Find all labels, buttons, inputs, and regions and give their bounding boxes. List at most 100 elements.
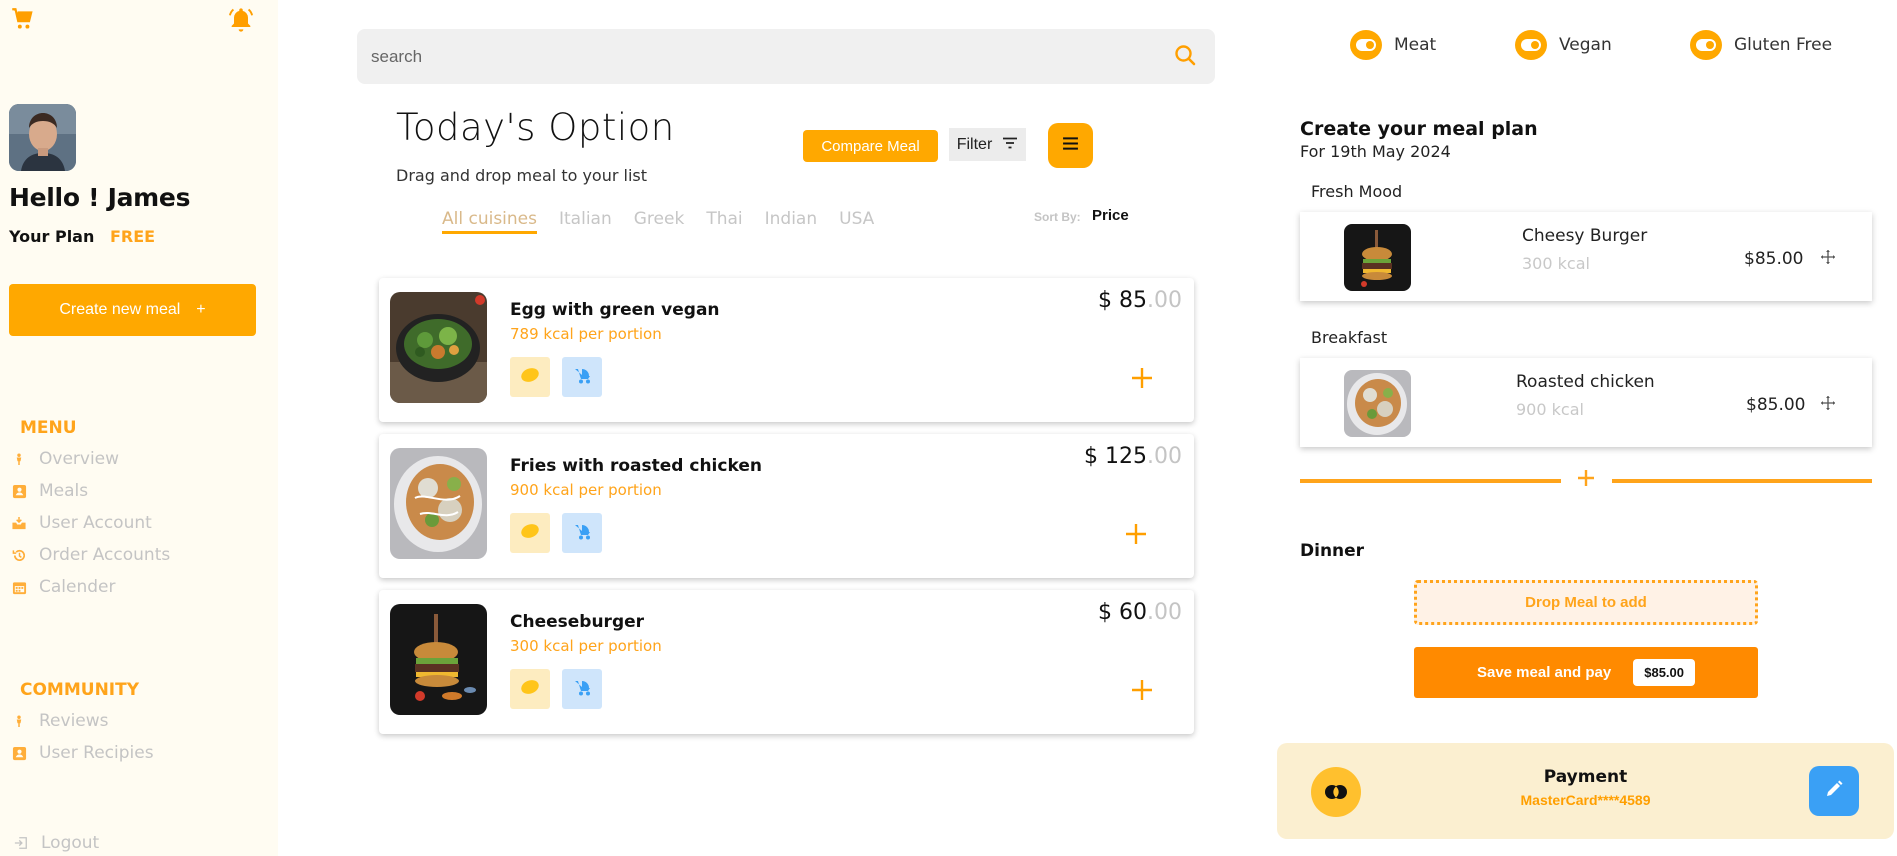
sidebar-item-label: Overview: [39, 449, 120, 469]
add-section-icon[interactable]: [1575, 467, 1597, 489]
calendar-icon: [11, 579, 27, 595]
add-meal-icon[interactable]: [1130, 678, 1156, 704]
plan-meal-price: $85.00: [1744, 249, 1804, 269]
hamburger-icon: [1062, 136, 1079, 155]
add-meal-icon[interactable]: [1130, 366, 1156, 392]
meal-card[interactable]: Egg with green vegan 789 kcal per portio…: [379, 278, 1194, 422]
toggle-switch-icon: [1350, 30, 1382, 60]
tab-thai[interactable]: Thai: [706, 209, 742, 234]
compare-meal-button[interactable]: Compare Meal: [803, 130, 938, 162]
tab-greek[interactable]: Greek: [634, 209, 685, 234]
sidebar-item-order-accounts[interactable]: Order Accounts: [11, 545, 170, 565]
plan-value: FREE: [109, 227, 156, 246]
search-icon[interactable]: [1173, 43, 1199, 69]
tab-usa[interactable]: USA: [839, 209, 874, 234]
cart-icon[interactable]: [9, 6, 39, 36]
price-main: $ 125: [1084, 444, 1147, 469]
logout-link[interactable]: Logout: [13, 833, 99, 853]
section-label-dinner: Dinner: [1300, 541, 1365, 561]
sidebar-item-reviews[interactable]: Reviews: [11, 711, 109, 731]
lemon-tag[interactable]: [510, 669, 550, 709]
meal-price: $ 125.00: [1084, 444, 1182, 469]
avatar[interactable]: [9, 104, 76, 171]
tab-all-cuisines[interactable]: All cuisines: [442, 209, 537, 234]
sidebar-item-user-recipies[interactable]: User Recipies: [11, 743, 154, 763]
price-cents: .00: [1147, 600, 1182, 625]
payment-card-number: MasterCard****4589: [1520, 792, 1651, 808]
search-input[interactable]: [371, 29, 1151, 84]
sidebar-item-label: User Recipies: [39, 743, 154, 763]
plan-meal-card[interactable]: Roasted chicken 900 kcal $85.00: [1300, 358, 1872, 447]
meal-card[interactable]: Cheeseburger 300 kcal per portion $ 60.0…: [379, 590, 1194, 734]
list-menu-button[interactable]: [1048, 123, 1093, 168]
sidebar-item-calendar[interactable]: Calender: [11, 577, 115, 597]
toggle-switch-icon: [1690, 30, 1722, 60]
meal-plan-title: Create your meal plan: [1300, 118, 1538, 140]
logout-icon: [13, 835, 29, 851]
filter-icon: [1002, 136, 1018, 154]
inbox-icon: [11, 515, 27, 531]
plan-meal-card[interactable]: Cheesy Burger 300 kcal $85.00: [1300, 212, 1872, 301]
payment-title: Payment: [1543, 767, 1628, 787]
drag-handle-icon[interactable]: [1820, 249, 1836, 265]
save-amount-badge: $85.00: [1633, 659, 1695, 686]
meal-price: $ 85.00: [1098, 288, 1182, 313]
lemon-icon: [520, 367, 540, 388]
sidebar-item-label: Meals: [39, 481, 89, 501]
plan-label: Your Plan: [9, 227, 95, 246]
meal-name: Egg with green vegan: [510, 300, 720, 320]
history-icon: [11, 547, 27, 563]
toggle-gluten-free[interactable]: Gluten Free: [1690, 30, 1832, 60]
meal-image: [390, 292, 487, 403]
add-meal-icon[interactable]: [1124, 522, 1150, 548]
filter-button[interactable]: Filter: [949, 128, 1026, 161]
stroller-icon: [572, 522, 592, 545]
app-root: Hello ! James Your Plan FREE Create new …: [0, 0, 1897, 856]
toggle-label: Meat: [1394, 35, 1437, 55]
meal-name: Cheeseburger: [510, 612, 645, 632]
save-and-pay-button[interactable]: Save meal and pay $85.00: [1414, 647, 1758, 698]
sidebar-item-meals[interactable]: Meals: [11, 481, 88, 501]
tab-indian[interactable]: Indian: [765, 209, 818, 234]
meal-plan-date: For 19th May 2024: [1300, 142, 1451, 161]
meal-kcal: 789 kcal per portion: [510, 325, 662, 343]
lemon-tag[interactable]: [510, 357, 550, 397]
meal-card[interactable]: Fries with roasted chicken 900 kcal per …: [379, 434, 1194, 578]
sort-label: Sort By:: [1034, 210, 1081, 224]
pencil-icon: [1824, 779, 1844, 804]
meal-price: $ 60.00: [1098, 600, 1182, 625]
sidebar-item-user-account[interactable]: User Account: [11, 513, 152, 533]
baby-friendly-tag[interactable]: [562, 669, 602, 709]
meal-image: [390, 604, 487, 715]
baby-friendly-tag[interactable]: [562, 513, 602, 553]
section-label-breakfast: Breakfast: [1311, 328, 1388, 347]
payment-panel: Payment MasterCard****4589: [1277, 743, 1894, 839]
toggle-label: Vegan: [1559, 35, 1612, 55]
bell-icon[interactable]: [227, 6, 257, 36]
meal-image: [390, 448, 487, 559]
page-subtitle: Drag and drop meal to your list: [396, 166, 648, 185]
sort-select[interactable]: Price: [1092, 207, 1129, 224]
cuisine-tabs: All cuisines Italian Greek Thai Indian U…: [442, 209, 874, 234]
drop-zone[interactable]: Drop Meal to add: [1414, 580, 1758, 625]
price-cents: .00: [1147, 288, 1182, 313]
plan-meal-kcal: 300 kcal: [1522, 254, 1590, 273]
drag-handle-icon[interactable]: [1820, 395, 1836, 411]
plan-status: Your Plan FREE: [9, 227, 155, 246]
toggle-label: Gluten Free: [1734, 35, 1833, 55]
sidebar-item-overview[interactable]: Overview: [11, 449, 119, 469]
toggle-vegan[interactable]: Vegan: [1515, 30, 1612, 60]
section-divider: [1612, 479, 1872, 483]
plan-meal-name: Cheesy Burger: [1522, 226, 1648, 246]
save-label: Save meal and pay: [1476, 664, 1612, 681]
toggle-meat[interactable]: Meat: [1350, 30, 1436, 60]
plan-meal-name: Roasted chicken: [1516, 372, 1655, 392]
baby-friendly-tag[interactable]: [562, 357, 602, 397]
meal-kcal: 300 kcal per portion: [510, 637, 662, 655]
plan-meal-image: [1344, 224, 1411, 291]
plan-meal-price: $85.00: [1746, 395, 1806, 415]
tab-italian[interactable]: Italian: [559, 209, 612, 234]
edit-payment-button[interactable]: [1809, 766, 1859, 816]
create-meal-button[interactable]: Create new meal +: [9, 284, 256, 336]
lemon-tag[interactable]: [510, 513, 550, 553]
